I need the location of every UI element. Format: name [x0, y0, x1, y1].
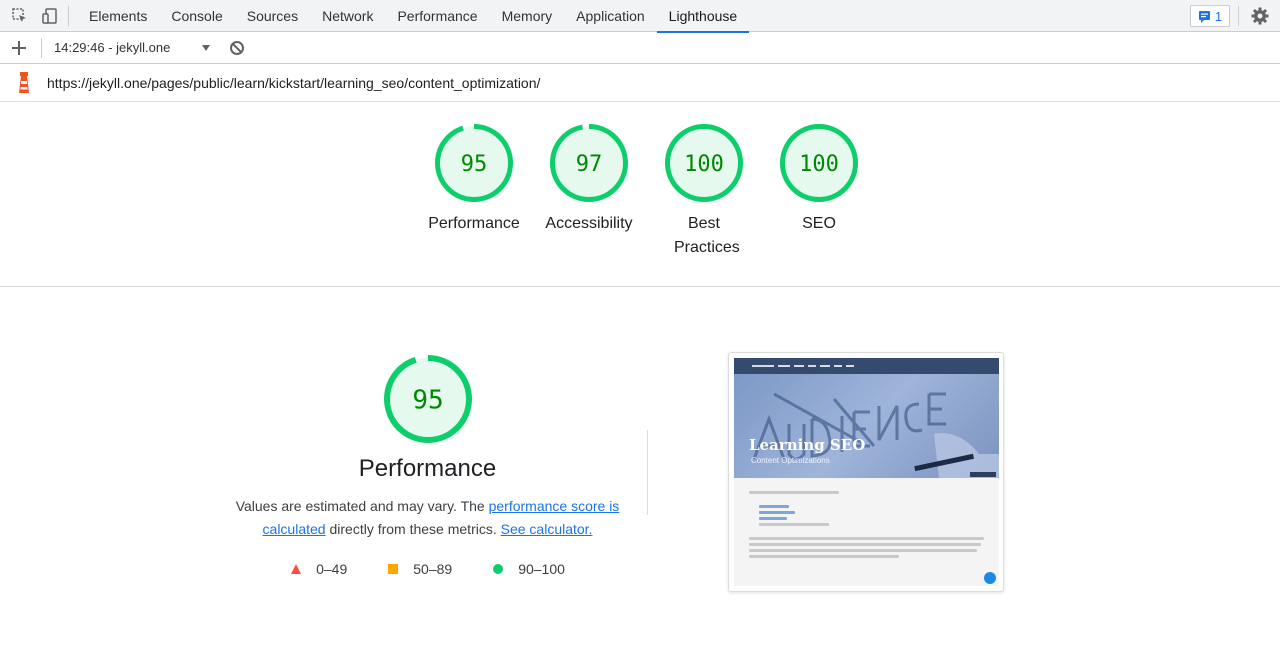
- legend-range: 0–49: [316, 561, 348, 577]
- gauge-score: 97: [576, 152, 603, 177]
- gauge-score: 100: [684, 152, 724, 177]
- gauge-accessibility[interactable]: 97 Accessibility: [531, 124, 647, 236]
- panel-tabs: Elements Console Sources Network Performance…: [77, 0, 750, 33]
- performance-description: Values are estimated and may vary. The p…: [200, 495, 655, 541]
- block-icon[interactable]: [229, 40, 245, 56]
- report-selector[interactable]: 14:29:46 - jekyll.one: [54, 40, 199, 55]
- performance-title: Performance: [358, 455, 497, 482]
- gauge-seo[interactable]: 100 SEO: [761, 124, 877, 236]
- toolbar-divider: [1238, 6, 1239, 26]
- toolbar-divider: [68, 5, 69, 26]
- issues-icon: [1198, 10, 1210, 23]
- screenshot-hero-title: Learning SEO: [749, 436, 866, 454]
- legend-item-fail: 0–49: [290, 561, 347, 577]
- score-gauge: 100: [780, 124, 858, 202]
- score-gauge: 97: [550, 124, 628, 202]
- page-screenshot[interactable]: Learning SEO Content Optimizations: [728, 352, 1004, 592]
- score-gauge: 100: [665, 124, 743, 202]
- gauge-performance[interactable]: 95 Performance: [416, 124, 532, 236]
- tab-console[interactable]: Console: [159, 0, 234, 32]
- score-gauge: 95: [435, 124, 513, 202]
- gauge-label: SEO: [802, 215, 836, 232]
- lighthouse-icon: [19, 71, 29, 93]
- score-legend: 0–49 50–89 90–100: [200, 561, 655, 577]
- circle-icon: [493, 564, 504, 574]
- gauge-best-practices[interactable]: 100 Best Practices: [646, 124, 762, 260]
- gauge-label: Best Practices: [674, 215, 740, 256]
- screenshot-fab: [984, 572, 996, 584]
- screenshot-hero-subtitle: Content Optimizations: [751, 456, 830, 465]
- tab-sources[interactable]: Sources: [235, 0, 310, 32]
- devtools-tabbar: Elements Console Sources Network Performance…: [0, 0, 1280, 33]
- gauge-score: 95: [461, 152, 488, 177]
- score-gauges: 95 Performance 97 Accessibility 100 Best Prac…: [0, 102, 1280, 287]
- report-url-bar: https://jekyll.one/pages/public/learn/ki…: [0, 64, 1280, 102]
- tab-lighthouse[interactable]: Lighthouse: [656, 0, 750, 33]
- report-url[interactable]: https://jekyll.one/pages/public/learn/ki…: [47, 75, 540, 91]
- inspect-element-icon[interactable]: [10, 6, 30, 26]
- gauge-score: 100: [799, 152, 839, 177]
- tab-application[interactable]: Application: [564, 0, 657, 32]
- plus-icon[interactable]: [11, 40, 27, 56]
- legend-range: 90–100: [518, 561, 565, 577]
- lighthouse-toolbar: 14:29:46 - jekyll.one: [0, 32, 1280, 64]
- performance-desc-middle: directly from these metrics.: [325, 521, 501, 537]
- tab-performance[interactable]: Performance: [385, 0, 489, 32]
- screenshot-body: [749, 488, 989, 561]
- legend-item-pass: 90–100: [492, 561, 565, 577]
- legend-range: 50–89: [413, 561, 453, 577]
- tab-network[interactable]: Network: [310, 0, 385, 32]
- gauge-label: Performance: [428, 215, 520, 232]
- issues-count: 1: [1214, 8, 1223, 24]
- performance-desc-prefix: Values are estimated and may vary. The: [235, 498, 489, 514]
- performance-section: 95 Performance Values are estimated and …: [200, 355, 655, 577]
- toolbar-divider: [41, 37, 42, 58]
- gauge-label: Accessibility: [545, 215, 633, 232]
- device-toggle-icon[interactable]: [40, 6, 60, 26]
- legend-item-average: 50–89: [387, 561, 452, 577]
- performance-score-gauge: 95: [383, 355, 472, 443]
- gauge-score: 95: [412, 385, 443, 415]
- screenshot-page: Learning SEO Content Optimizations: [734, 358, 999, 586]
- section-divider: [647, 430, 648, 515]
- triangle-icon: [291, 564, 302, 574]
- square-icon: [388, 564, 399, 574]
- tab-elements[interactable]: Elements: [77, 0, 159, 32]
- chevron-down-icon[interactable]: [201, 43, 211, 53]
- screenshot-hero: Learning SEO Content Optimizations: [734, 374, 999, 478]
- see-calculator-link[interactable]: See calculator.: [501, 521, 593, 537]
- gear-icon[interactable]: [1250, 6, 1270, 26]
- issues-button[interactable]: 1: [1190, 5, 1230, 27]
- performance-gauge: 95: [383, 355, 473, 445]
- tab-memory[interactable]: Memory: [490, 0, 565, 32]
- screenshot-nav: [734, 358, 999, 374]
